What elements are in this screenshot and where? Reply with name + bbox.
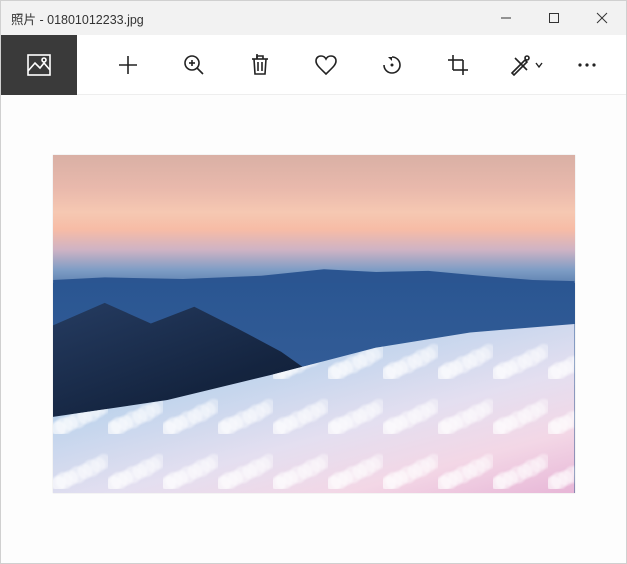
titlebar: 照片 - 01801012233.jpg [1, 1, 626, 35]
maximize-button[interactable] [530, 1, 578, 35]
heart-icon [314, 54, 338, 76]
add-button[interactable] [113, 45, 143, 85]
minimize-button[interactable] [482, 1, 530, 35]
ellipsis-icon [576, 61, 598, 69]
toolbar [1, 35, 626, 95]
draw-button[interactable] [508, 45, 544, 85]
close-button[interactable] [578, 1, 626, 35]
title-separator: - [36, 13, 47, 27]
rotate-button[interactable] [377, 45, 407, 85]
window-title: 照片 - 01801012233.jpg [11, 9, 482, 28]
crop-icon [447, 54, 469, 76]
more-button[interactable] [572, 45, 602, 85]
content-area [1, 95, 626, 563]
rotate-icon [380, 54, 404, 76]
photo-tab[interactable] [1, 35, 77, 95]
file-name: 01801012233.jpg [47, 13, 144, 27]
draw-icon [509, 54, 531, 76]
favorite-button[interactable] [311, 45, 341, 85]
photo-icon [27, 54, 51, 76]
chevron-down-icon [534, 60, 544, 70]
crop-button[interactable] [443, 45, 473, 85]
zoom-in-icon [183, 54, 205, 76]
app-name: 照片 [11, 13, 36, 27]
image-viewport[interactable] [53, 155, 575, 493]
plus-icon [117, 54, 139, 76]
delete-button[interactable] [245, 45, 275, 85]
zoom-button[interactable] [179, 45, 209, 85]
trash-icon [249, 54, 271, 76]
window-controls [482, 1, 626, 35]
